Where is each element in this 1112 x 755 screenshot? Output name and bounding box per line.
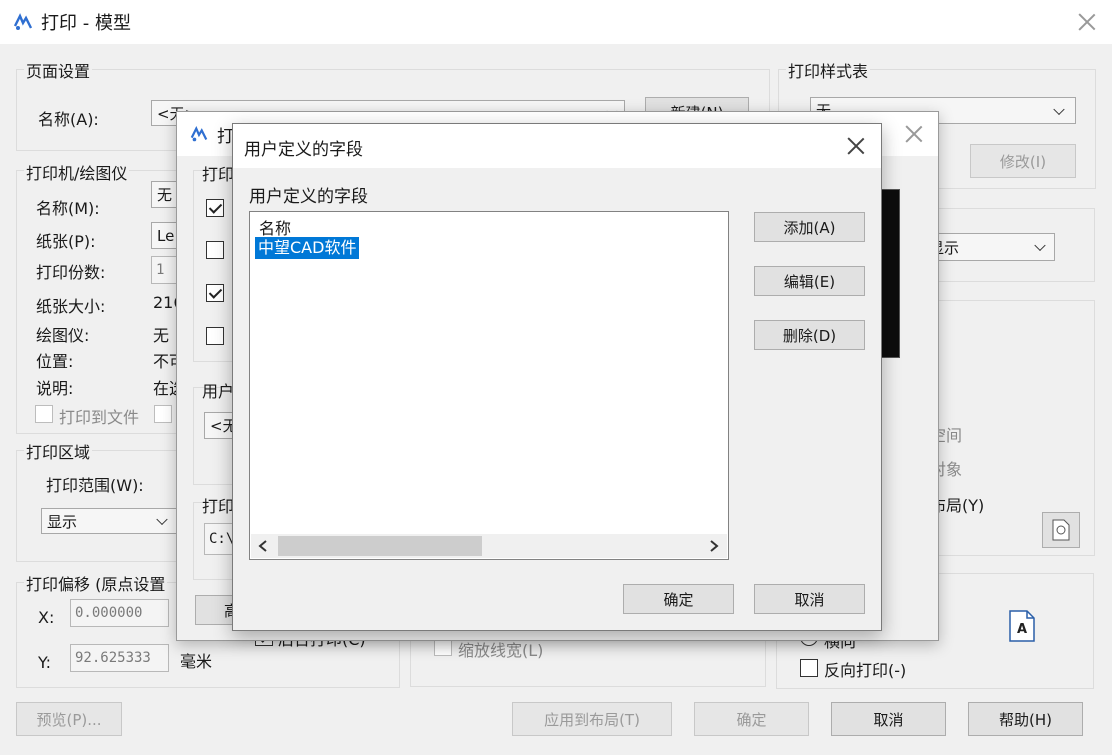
page-setup-name-label: 名称(A): bbox=[38, 110, 99, 129]
middle-file-group-title: 打印 bbox=[202, 497, 235, 516]
reverse-print-checkbox[interactable] bbox=[800, 659, 818, 677]
middle-user-value: <无 bbox=[210, 417, 232, 435]
middle-advanced-button[interactable]: 高 bbox=[195, 595, 239, 625]
main-cancel-button[interactable]: 取消 bbox=[831, 702, 946, 736]
scroll-left-icon[interactable] bbox=[258, 540, 268, 552]
app-logo-icon bbox=[13, 13, 33, 30]
printer-properties-checkbox[interactable] bbox=[154, 405, 172, 423]
middle-option-checkbox-4[interactable] bbox=[206, 327, 224, 345]
preview-pane bbox=[880, 189, 900, 358]
printer-name-value: 无 bbox=[157, 186, 173, 204]
description-label: 说明: bbox=[36, 379, 74, 398]
middle-user-combo[interactable]: <无 bbox=[204, 412, 233, 439]
offset-x-field[interactable]: 0.000000 bbox=[70, 599, 169, 627]
landscape-page-icon: A bbox=[1009, 610, 1035, 642]
print-to-file-checkbox[interactable] bbox=[35, 405, 53, 423]
offset-y-field[interactable]: 92.625333 bbox=[70, 644, 169, 672]
page-settings-icon bbox=[1052, 519, 1070, 541]
chevron-down-icon bbox=[1034, 239, 1046, 252]
main-close-icon[interactable] bbox=[1077, 12, 1097, 32]
plot-range-combo[interactable]: 显示 bbox=[41, 508, 179, 534]
location-label: 位置: bbox=[36, 352, 74, 371]
scroll-right-icon[interactable] bbox=[709, 540, 719, 552]
udf-list-box[interactable]: 名称 中望CAD软件 bbox=[249, 211, 729, 560]
plot-range-value: 显示 bbox=[47, 512, 78, 531]
udf-dialog-title: 用户定义的字段 bbox=[244, 140, 363, 160]
plot-area-group bbox=[16, 450, 177, 562]
middle-dialog-close-icon[interactable] bbox=[904, 124, 924, 144]
middle-option-checkbox-1[interactable] bbox=[206, 199, 224, 217]
reverse-print-label: 反向打印(-) bbox=[824, 661, 907, 680]
offset-x-label: X: bbox=[38, 608, 55, 627]
offset-x-value: 0.000000 bbox=[75, 605, 143, 621]
udf-column-header: 名称 bbox=[259, 219, 292, 238]
list-item[interactable]: 中望CAD软件 bbox=[255, 237, 360, 259]
udf-ok-button[interactable]: 确定 bbox=[623, 584, 734, 614]
page-setup-icon-button[interactable] bbox=[1042, 512, 1080, 548]
plot-style-group-title: 打印样式表 bbox=[786, 58, 871, 82]
chevron-down-icon bbox=[156, 513, 168, 526]
page-setup-group-title: 页面设置 bbox=[24, 58, 93, 82]
preview-button[interactable]: 预览(P)... bbox=[16, 702, 122, 736]
plot-style-modify-button[interactable]: 修改(I) bbox=[970, 144, 1076, 178]
chevron-down-icon bbox=[1053, 103, 1065, 115]
udf-edit-button[interactable]: 编辑(E) bbox=[754, 266, 865, 296]
print-to-file-label: 打印到文件 bbox=[59, 408, 140, 427]
udf-list-label: 用户定义的字段 bbox=[249, 187, 368, 207]
main-title-bar bbox=[0, 0, 1112, 44]
udf-cancel-button[interactable]: 取消 bbox=[754, 584, 865, 614]
copies-value: 1 bbox=[156, 262, 165, 278]
udf-close-icon[interactable] bbox=[846, 136, 866, 156]
udf-delete-button[interactable]: 删除(D) bbox=[754, 320, 865, 350]
svg-text:A: A bbox=[1017, 622, 1027, 637]
middle-user-group-title: 用户 bbox=[202, 382, 235, 401]
middle-print-group-title: 打印 bbox=[202, 165, 235, 184]
paper-label: 纸张(P): bbox=[36, 232, 96, 251]
paper-size-label: 纸张大小: bbox=[36, 297, 106, 316]
user-defined-fields-dialog: 用户定义的字段 用户定义的字段 名称 中望CAD软件 添加(A) 编辑(E) 删… bbox=[232, 123, 882, 631]
main-ok-button[interactable]: 确定 bbox=[694, 702, 809, 736]
offset-y-value: 92.625333 bbox=[75, 650, 151, 666]
printer-group-title: 打印机/绘图仪 bbox=[24, 160, 130, 184]
middle-path-field[interactable]: C:\ bbox=[204, 523, 235, 555]
help-button[interactable]: 帮助(H) bbox=[968, 702, 1083, 736]
main-window-title: 打印 - 模型 bbox=[41, 13, 131, 34]
paper-value: Le bbox=[157, 226, 175, 245]
plotter-label: 绘图仪: bbox=[36, 326, 90, 345]
offset-unit-label: 毫米 bbox=[180, 652, 213, 671]
middle-path-value: C:\ bbox=[209, 531, 235, 547]
printer-name-label: 名称(M): bbox=[36, 199, 100, 218]
middle-option-checkbox-3[interactable] bbox=[206, 284, 224, 302]
copies-label: 打印份数: bbox=[36, 263, 106, 282]
scrollbar-thumb[interactable] bbox=[278, 536, 482, 556]
apply-to-layout-button[interactable]: 应用到布局(T) bbox=[512, 702, 672, 736]
horizontal-scrollbar[interactable] bbox=[251, 534, 727, 558]
app-logo-icon bbox=[190, 125, 208, 142]
plotter-value: 无 bbox=[153, 326, 170, 345]
plot-range-label: 打印范围(W): bbox=[46, 476, 144, 495]
udf-add-button[interactable]: 添加(A) bbox=[754, 212, 865, 242]
offset-y-label: Y: bbox=[38, 653, 52, 672]
plot-offset-group-title: 打印偏移 (原点设置 bbox=[24, 571, 168, 595]
middle-option-checkbox-2[interactable] bbox=[206, 241, 224, 259]
plot-area-group-title: 打印区域 bbox=[24, 439, 93, 463]
